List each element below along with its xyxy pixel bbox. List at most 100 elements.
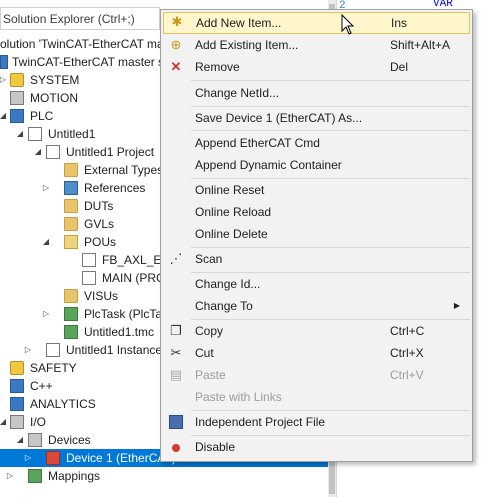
menu-item-save-device-as[interactable]: Save Device 1 (EtherCAT) As... xyxy=(163,107,470,129)
menu-item-online-reload[interactable]: Online Reload xyxy=(163,201,470,223)
collapse-arrow-icon[interactable]: ◢ xyxy=(15,125,25,143)
devices-icon xyxy=(28,433,42,447)
menu-item-shortcut: Ctrl+C xyxy=(390,324,425,338)
menu-item-label: Add Existing Item... xyxy=(195,38,299,52)
save-icon xyxy=(169,415,183,429)
menu-item-label: Copy xyxy=(195,324,224,338)
tree-item-label: Untitled1 xyxy=(48,127,96,141)
menu-item-label: Cut xyxy=(195,346,214,360)
project-icon xyxy=(0,55,8,69)
menu-item-change-to[interactable]: Change To ▶ xyxy=(163,295,470,317)
task-icon xyxy=(64,307,78,321)
plc-icon xyxy=(10,109,24,123)
menu-item-independent-project-file[interactable]: Independent Project File xyxy=(163,411,470,433)
collapse-arrow-icon[interactable]: ◢ xyxy=(0,107,8,125)
safety-icon xyxy=(10,361,24,375)
plc-project-node-icon xyxy=(46,145,60,159)
menu-item-label: Scan xyxy=(195,252,223,266)
menu-item-append-ethercat-cmd[interactable]: Append EtherCAT Cmd xyxy=(163,132,470,154)
add-new-item-icon: ✱ xyxy=(171,14,183,29)
menu-item-shortcut: Ctrl+X xyxy=(390,346,424,360)
menu-item-label: Online Delete xyxy=(195,227,268,241)
tree-item-label: ANALYTICS xyxy=(30,397,96,411)
references-icon xyxy=(64,181,78,195)
tree-item-label: TwinCAT-EtherCAT master s xyxy=(12,55,165,69)
program-icon xyxy=(82,271,96,285)
io-icon xyxy=(10,415,24,429)
menu-item-online-delete[interactable]: Online Delete xyxy=(163,223,470,245)
menu-item-paste-with-links[interactable]: Paste with Links xyxy=(163,386,470,408)
menu-item-label: Append Dynamic Container xyxy=(195,158,342,172)
menu-item-label: Remove xyxy=(195,60,240,74)
menu-item-online-reset[interactable]: Online Reset xyxy=(163,179,470,201)
expand-arrow-icon[interactable]: ▷ xyxy=(0,71,8,89)
menu-item-copy[interactable]: ❐ Copy Ctrl+C xyxy=(163,320,470,342)
menu-separator xyxy=(191,80,470,81)
menu-item-add-existing-item[interactable]: ⊕ Add Existing Item... Shift+Alt+A xyxy=(163,34,470,56)
menu-item-label: Paste with Links xyxy=(195,390,282,404)
menu-item-label: Independent Project File xyxy=(195,415,326,429)
tree-item-label: PlcTask (PlcTas xyxy=(84,307,169,321)
tree-item-label: SYSTEM xyxy=(30,73,80,87)
collapse-arrow-icon[interactable]: ◢ xyxy=(15,431,25,449)
scan-icon: ⋰ xyxy=(169,251,183,266)
function-block-icon xyxy=(82,253,96,267)
tree-item-label: MAIN (PRG xyxy=(102,271,166,285)
tree-item-mappings[interactable]: ▷ Mappings xyxy=(0,467,336,485)
tree-item-label: C++ xyxy=(30,379,53,393)
add-existing-item-icon: ⊕ xyxy=(170,37,182,52)
system-icon xyxy=(10,73,24,87)
expand-arrow-icon[interactable]: ▷ xyxy=(23,449,33,467)
plc-project-icon xyxy=(28,127,42,141)
tree-item-label: Untitled1 Project xyxy=(66,145,155,159)
menu-item-append-dynamic-container[interactable]: Append Dynamic Container xyxy=(163,154,470,176)
menu-item-paste[interactable]: ▤ Paste Ctrl+V xyxy=(163,364,470,386)
menu-item-cut[interactable]: ✂ Cut Ctrl+X xyxy=(163,342,470,364)
menu-item-label: Change To xyxy=(195,299,253,313)
mappings-icon xyxy=(28,469,42,483)
collapse-arrow-icon[interactable]: ◢ xyxy=(33,143,43,161)
tree-item-label: External Types xyxy=(84,163,164,177)
collapse-arrow-icon[interactable]: ◢ xyxy=(0,413,8,431)
menu-separator xyxy=(191,130,470,131)
menu-item-shortcut: Ins xyxy=(391,16,408,30)
menu-item-remove[interactable]: ✕ Remove Del xyxy=(163,56,470,78)
menu-item-disable[interactable]: Disable xyxy=(163,436,470,458)
tree-item-label: Mappings xyxy=(48,469,101,483)
menu-item-change-netid[interactable]: Change NetId... xyxy=(163,82,470,104)
folder-open-icon xyxy=(64,235,78,249)
menu-item-change-id[interactable]: Change Id... xyxy=(163,273,470,295)
copy-icon: ❐ xyxy=(170,323,182,338)
tree-item-label: olution 'TwinCAT-EtherCAT ma xyxy=(0,37,164,51)
menu-item-shortcut: Ctrl+V xyxy=(390,368,424,382)
menu-item-label: Append EtherCAT Cmd xyxy=(195,136,320,150)
solution-explorer-search-input[interactable]: Solution Explorer (Ctrl+;) xyxy=(0,7,160,30)
analytics-icon xyxy=(10,397,24,411)
menu-item-scan[interactable]: ⋰ Scan xyxy=(163,248,470,270)
tree-item-label: PLC xyxy=(30,109,54,123)
menu-item-label: Paste xyxy=(195,368,226,382)
menu-item-label: Online Reset xyxy=(195,183,265,197)
tree-item-label: Devices xyxy=(48,433,91,447)
tree-item-label: Untitled1 Instance xyxy=(66,343,163,357)
motion-icon xyxy=(10,91,24,105)
expand-arrow-icon[interactable]: ▷ xyxy=(41,305,51,323)
folder-icon xyxy=(64,289,78,303)
expand-arrow-icon[interactable]: ▷ xyxy=(23,341,33,359)
tree-item-label: Untitled1.tmc xyxy=(84,325,155,339)
menu-item-add-new-item[interactable]: ✱ Add New Item... Ins xyxy=(163,12,470,34)
disable-icon xyxy=(172,444,180,452)
tmc-file-icon xyxy=(64,325,78,339)
folder-icon xyxy=(64,163,78,177)
expand-arrow-icon[interactable]: ▷ xyxy=(41,179,51,197)
menu-item-label: Add New Item... xyxy=(196,16,282,30)
instance-icon xyxy=(46,343,60,357)
tree-item-label: References xyxy=(84,181,146,195)
expand-arrow-icon[interactable]: ▷ xyxy=(5,467,15,485)
tree-item-label: GVLs xyxy=(84,217,115,231)
menu-item-label: Save Device 1 (EtherCAT) As... xyxy=(195,111,363,125)
menu-item-label: Change Id... xyxy=(195,277,261,291)
folder-icon xyxy=(64,217,78,231)
menu-item-shortcut: Del xyxy=(390,60,409,74)
collapse-arrow-icon[interactable]: ◢ xyxy=(41,233,51,251)
